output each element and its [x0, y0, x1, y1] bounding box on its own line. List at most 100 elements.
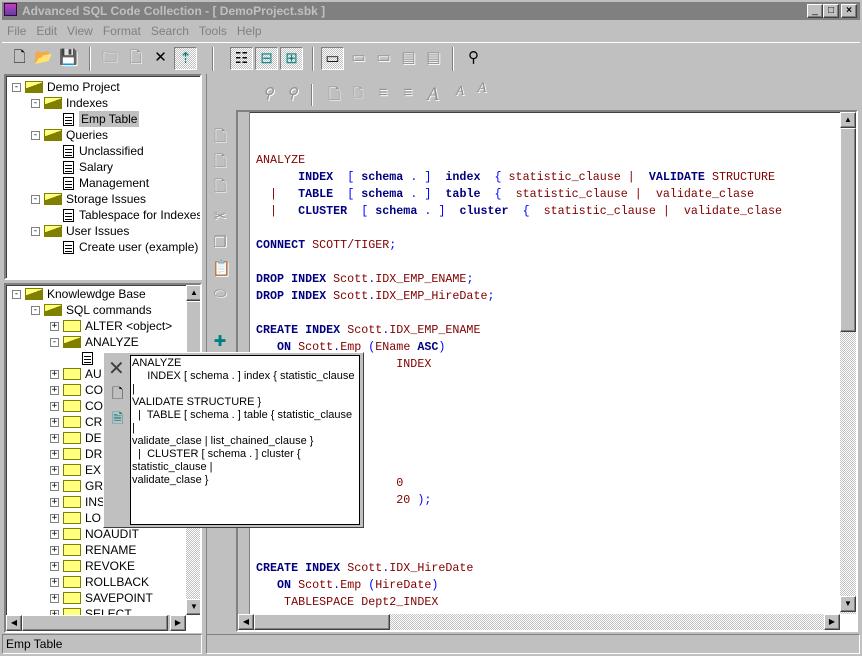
document-icon[interactable]: 🗋	[112, 383, 123, 407]
layout-3-icon[interactable]: ▭	[372, 47, 395, 70]
expand-icon[interactable]: +	[50, 417, 59, 427]
close-icon[interactable]: ✕	[108, 356, 125, 381]
tree-item[interactable]: + ROLLBACK	[50, 574, 149, 590]
find-replace-icon[interactable]: ⚲	[282, 84, 302, 104]
tree-item[interactable]: - SQL commands	[31, 302, 152, 318]
tree-item[interactable]: - User Issues	[31, 223, 129, 239]
tree-item[interactable]: + NOAUDIT	[50, 526, 139, 542]
tree-item[interactable]: - Knowlewdge Base	[12, 286, 146, 302]
menu-view[interactable]: View	[62, 22, 98, 40]
tree-item[interactable]: + AU	[50, 366, 102, 382]
tree-view-icon[interactable]: ☷	[230, 47, 253, 70]
tree-horizontal-scrollbar[interactable]: ◀ ▶	[6, 615, 186, 631]
expand-icon[interactable]: +	[50, 449, 59, 459]
tree-item[interactable]: + EX	[50, 462, 101, 478]
scroll-right-button[interactable]: ▶	[170, 615, 186, 631]
layout-1-icon[interactable]: ▭	[321, 47, 344, 70]
tree-item[interactable]: + CO	[50, 382, 103, 398]
expand-icon[interactable]: +	[50, 481, 59, 491]
add-to-db-icon[interactable]: ✚	[212, 332, 228, 350]
expand-icon[interactable]: +	[50, 545, 59, 555]
expand-icon[interactable]: +	[50, 401, 59, 411]
tree-item[interactable]: + ALTER <object>	[50, 318, 172, 334]
layout-5-icon[interactable]: ▤	[422, 47, 445, 70]
tree-item[interactable]: Management	[63, 175, 149, 191]
eraser-icon[interactable]: ⬭	[212, 285, 228, 303]
scroll-down-button[interactable]: ▼	[186, 599, 200, 615]
collapse-icon[interactable]: -	[50, 337, 59, 347]
editor-horizontal-scrollbar[interactable]: ◀ ▶	[238, 614, 840, 630]
collapse-icon[interactable]: -	[31, 194, 40, 204]
tree-item[interactable]: + INS	[50, 494, 105, 510]
document-icon[interactable]: 🗋	[124, 47, 147, 70]
split-right-icon[interactable]: ⊞	[280, 47, 303, 70]
folder-icon[interactable]: 🗀	[98, 47, 121, 70]
expand-icon[interactable]: +	[50, 593, 59, 603]
copy-icon[interactable]: ❐	[212, 233, 228, 251]
save-icon[interactable]: 💾	[57, 47, 80, 70]
document-icon[interactable]: 🗋	[212, 176, 228, 195]
tree-item[interactable]: + GR	[50, 478, 103, 494]
collapse-icon[interactable]: -	[31, 226, 40, 236]
cut-icon[interactable]: ✂	[212, 207, 228, 225]
tree-item[interactable]: + CR	[50, 414, 102, 430]
maximize-button[interactable]: □	[823, 4, 839, 18]
expand-icon[interactable]: +	[50, 529, 59, 539]
scroll-thumb[interactable]	[840, 128, 856, 332]
tree-item[interactable]: - Demo Project	[12, 79, 120, 95]
scroll-down-button[interactable]: ▼	[840, 596, 856, 612]
editor-vertical-scrollbar[interactable]: ▲ ▼	[840, 112, 856, 614]
tree-item[interactable]: + SAVEPOINT	[50, 590, 153, 606]
collapse-icon[interactable]: -	[12, 289, 21, 299]
project-tree[interactable]: - Demo Project - Indexes Emp Table - Queries Un…	[4, 74, 202, 280]
tree-item[interactable]: - ANALYZE	[50, 334, 139, 350]
tree-item[interactable]: - Storage Issues	[31, 191, 146, 207]
tree-item[interactable]: + DE	[50, 430, 102, 446]
scroll-thumb[interactable]	[254, 614, 390, 630]
collapse-icon[interactable]: -	[31, 130, 40, 140]
find-icon[interactable]: ⚲	[462, 47, 485, 70]
scroll-left-button[interactable]: ◀	[238, 614, 254, 630]
expand-icon[interactable]: +	[50, 497, 59, 507]
outdent-icon[interactable]: ≡	[398, 84, 418, 104]
tree-up-icon[interactable]: ⇡	[174, 47, 197, 70]
scroll-up-button[interactable]: ▲	[840, 112, 856, 128]
close-button[interactable]: ×	[841, 4, 857, 18]
font-large-icon[interactable]: A	[423, 84, 443, 105]
split-top-icon[interactable]: ⊟	[255, 47, 278, 70]
open-folder-icon[interactable]: 📂	[32, 47, 55, 70]
expand-icon[interactable]: +	[50, 577, 59, 587]
expand-icon[interactable]: +	[50, 369, 59, 379]
collapse-icon[interactable]: -	[31, 305, 40, 315]
tree-item[interactable]: - Queries	[31, 127, 108, 143]
scroll-thumb[interactable]	[22, 615, 168, 631]
tree-item[interactable]: Salary	[63, 159, 113, 175]
delete-icon[interactable]: ✕	[149, 47, 172, 70]
tree-item[interactable]: + RENAME	[50, 542, 136, 558]
collapse-icon[interactable]: -	[12, 82, 21, 92]
small-document-icon[interactable]: 🗋	[348, 84, 368, 104]
expand-icon[interactable]: +	[50, 513, 59, 523]
font-small-icon[interactable]: A	[450, 84, 470, 104]
tree-item[interactable]: - Indexes	[31, 95, 108, 111]
expand-icon[interactable]: +	[50, 385, 59, 395]
menu-tools[interactable]: Tools	[194, 22, 232, 40]
tree-item[interactable]: Unclassified	[63, 143, 144, 159]
tree-item[interactable]: + LO	[50, 510, 101, 526]
scroll-up-button[interactable]: ▲	[186, 285, 200, 301]
font-style-icon[interactable]: A	[472, 80, 492, 100]
syntax-text[interactable]: ANALYZE INDEX [ schema . ] index { stati…	[130, 355, 360, 525]
minimize-button[interactable]: _	[807, 4, 823, 18]
menu-format[interactable]: Format	[98, 22, 146, 40]
find-icon[interactable]: ⚲	[258, 84, 278, 104]
tree-item[interactable]: Emp Table	[63, 111, 140, 127]
new-file-icon[interactable]: 🗋	[8, 47, 31, 70]
expand-icon[interactable]: +	[50, 465, 59, 475]
tree-item[interactable]: Tablespace for Indexes	[63, 207, 200, 223]
scroll-left-button[interactable]: ◀	[6, 615, 22, 631]
expand-icon[interactable]: +	[50, 433, 59, 443]
document-icon[interactable]: 🗋	[212, 151, 228, 170]
collapse-icon[interactable]: -	[31, 98, 40, 108]
layout-2-icon[interactable]: ▭	[347, 47, 370, 70]
document-lines-icon[interactable]: 🗎	[112, 408, 123, 432]
